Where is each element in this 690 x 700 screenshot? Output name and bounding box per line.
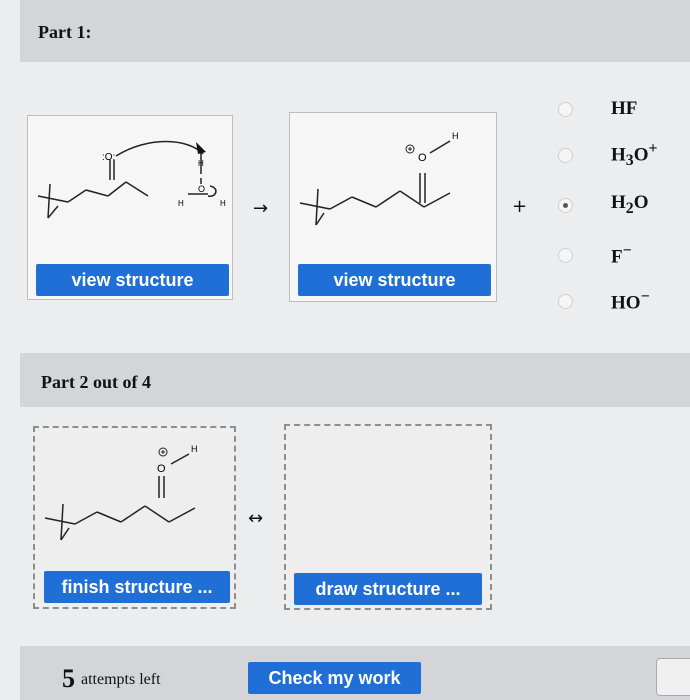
water-h-right: H bbox=[220, 199, 226, 208]
attempts-left: 5 attempts left bbox=[62, 664, 161, 694]
resonance-oxygen-label: O bbox=[157, 463, 166, 475]
radio-h3o[interactable] bbox=[558, 147, 573, 163]
radio-ho[interactable] bbox=[558, 293, 573, 309]
resonance-arrow: ↔ bbox=[248, 508, 264, 529]
carbon-h-label: H bbox=[198, 159, 204, 168]
draw-structure-button[interactable]: draw structure ... bbox=[294, 573, 482, 605]
part1-title: Part 1: bbox=[38, 22, 92, 42]
product-oxygen-label: O bbox=[418, 152, 427, 164]
reactant-structure: :O: O H H H bbox=[37, 140, 226, 219]
finish-structure-button[interactable]: finish structure ... bbox=[44, 571, 230, 603]
option-f[interactable]: F− bbox=[558, 240, 632, 270]
product-view-structure-button[interactable]: view structure bbox=[298, 264, 491, 296]
water-oxygen-label: O bbox=[198, 184, 205, 194]
lone-pair-oxygen: :O: bbox=[102, 152, 115, 163]
radio-f[interactable] bbox=[558, 247, 573, 263]
resonance-h-label: H bbox=[191, 444, 198, 454]
plus-sign: + bbox=[512, 196, 528, 217]
option-hf-label: HF bbox=[611, 98, 638, 119]
part1-header bbox=[20, 0, 690, 62]
product-structure: O H bbox=[299, 131, 459, 226]
option-ho[interactable]: HO− bbox=[558, 286, 650, 316]
option-h3o-label: H3O+ bbox=[611, 139, 658, 170]
product-h-label: H bbox=[452, 131, 459, 141]
attempts-count: 5 bbox=[62, 664, 75, 693]
resonance-structure: O H bbox=[44, 444, 198, 541]
option-f-label: F− bbox=[611, 241, 632, 268]
option-h2o-label: H2O bbox=[611, 192, 649, 217]
option-h2o[interactable]: H2O bbox=[558, 190, 648, 220]
next-button-edge[interactable] bbox=[656, 658, 690, 696]
part2-title: Part 2 out of 4 bbox=[41, 372, 151, 392]
reactant-view-structure-button[interactable]: view structure bbox=[36, 264, 229, 296]
attempts-text: attempts left bbox=[81, 671, 161, 688]
option-hf[interactable]: HF bbox=[558, 94, 637, 124]
radio-hf[interactable] bbox=[558, 101, 573, 117]
radio-h2o-selected[interactable] bbox=[558, 197, 573, 213]
reaction-arrow: → bbox=[253, 198, 269, 219]
option-h3o[interactable]: H3O+ bbox=[558, 140, 658, 170]
check-my-work-button[interactable]: Check my work bbox=[248, 662, 421, 694]
water-h-left: H bbox=[178, 199, 184, 208]
option-ho-label: HO− bbox=[611, 287, 650, 314]
